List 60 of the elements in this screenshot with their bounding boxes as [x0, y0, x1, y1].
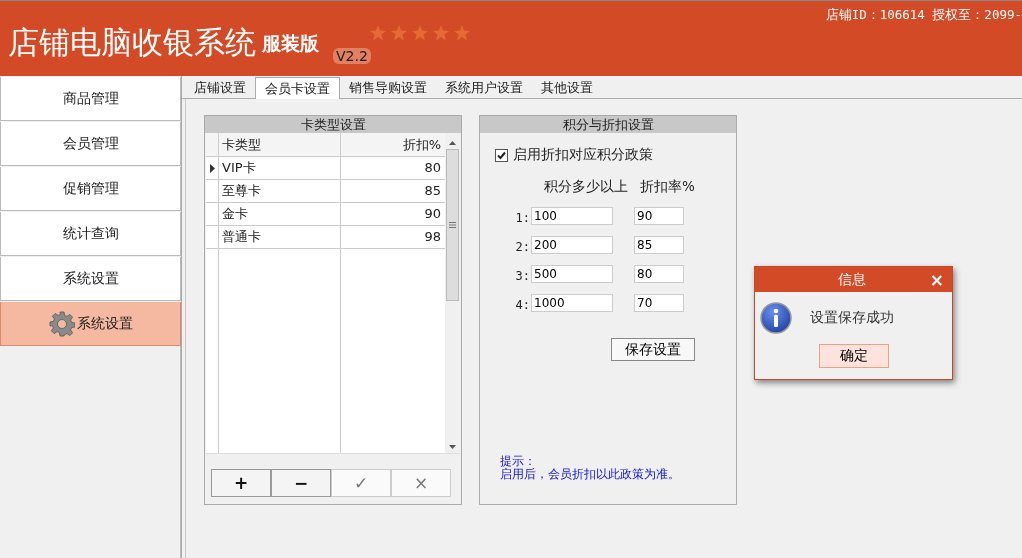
scrollbar[interactable]	[445, 133, 460, 453]
column-label: 积分多少以上	[542, 178, 629, 196]
table-cell-text: 80	[423, 159, 442, 177]
info-icon	[760, 302, 792, 334]
tab[interactable]: 其他设置	[532, 78, 602, 98]
app-title: 店铺电脑收银系统	[8, 23, 256, 62]
dialog-title: 信息	[837, 270, 868, 289]
tab[interactable]: 系统用户设置	[436, 78, 532, 98]
sidebar-item[interactable]: 会员管理	[0, 122, 181, 166]
table-cell: 至尊卡	[219, 180, 341, 202]
sidebar-item[interactable]: 统计查询	[0, 212, 181, 256]
column-header[interactable]: 折扣%	[341, 133, 445, 156]
row-number: 3:	[514, 269, 530, 283]
sidebar-item[interactable]: 促销管理	[0, 167, 181, 211]
hint-text: 启用后，会员折扣以此政策为准。	[500, 468, 681, 481]
gear-icon	[48, 310, 75, 337]
version-label: V2.2	[333, 48, 371, 64]
hint-title: 提示：	[500, 455, 537, 468]
row-number: 2:	[514, 240, 530, 254]
close-button[interactable]: ×	[929, 269, 944, 290]
tab[interactable]: 会员卡设置	[255, 77, 340, 99]
group-title: 卡类型设置	[205, 116, 461, 133]
sidebar-item[interactable]: 系统设置	[0, 302, 181, 346]
input-field[interactable]: 90	[634, 207, 684, 225]
input-field[interactable]: 85	[634, 236, 684, 254]
save-button[interactable]: 保存设置	[611, 338, 695, 361]
row-number: 4:	[514, 298, 530, 312]
checkbox-label: 启用折扣对应积分政策	[513, 146, 653, 164]
input-field[interactable]: 80	[634, 265, 684, 283]
table-cell: 普通卡	[219, 226, 341, 248]
scroll-down-icon[interactable]	[449, 445, 456, 449]
store-info: 店铺ID：106614 授权至：2099-	[825, 7, 1022, 24]
dialog-message: 设置保存成功	[810, 309, 894, 327]
input-field[interactable]: 200	[531, 236, 613, 254]
scroll-up-icon[interactable]	[449, 141, 456, 145]
group-title: 积分与折扣设置	[480, 116, 736, 133]
scrollbar-thumb[interactable]	[446, 149, 459, 301]
table-cell-text: 90	[423, 205, 442, 223]
grid-button[interactable]: +	[211, 469, 271, 497]
grip-icon	[449, 222, 456, 228]
row-number: 1:	[514, 211, 530, 225]
column-header[interactable]: 卡类型	[219, 133, 341, 156]
input-field[interactable]: 1000	[531, 294, 613, 312]
table-cell-text: 85	[423, 182, 442, 200]
table-cell: VIP卡	[219, 157, 341, 179]
sidebar-item[interactable]: 系统设置	[0, 257, 181, 301]
input-field[interactable]: 500	[531, 265, 613, 283]
table-cell-text: 98	[423, 228, 442, 246]
row-pointer-icon	[209, 163, 215, 173]
input-field[interactable]: 100	[531, 207, 613, 225]
tab[interactable]: 店铺设置	[185, 78, 255, 98]
ok-button[interactable]: 确定	[818, 344, 889, 368]
input-field[interactable]: 70	[634, 294, 684, 312]
tab[interactable]: 销售导购设置	[340, 78, 436, 98]
sidebar-item[interactable]: 商品管理	[0, 77, 181, 121]
column-label: 折扣率%	[640, 178, 695, 196]
edition-label: 服装版	[262, 31, 319, 56]
table-cell: 金卡	[219, 203, 341, 225]
grid-button[interactable]: −	[271, 469, 331, 497]
checkbox[interactable]	[495, 148, 508, 162]
